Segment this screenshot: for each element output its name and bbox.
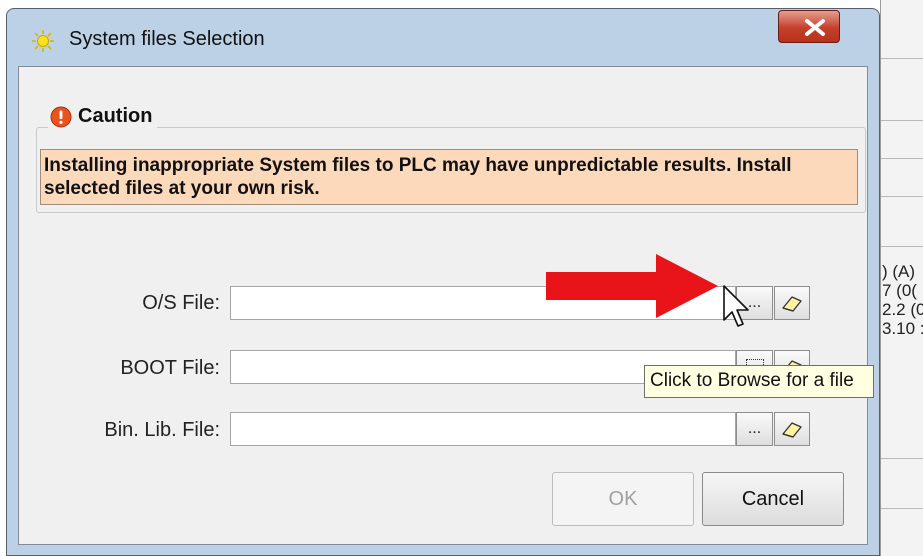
red-arrow-annotation xyxy=(546,254,718,318)
caution-header: Caution xyxy=(48,105,158,128)
close-icon xyxy=(805,19,825,36)
caution-message: Installing inappropriate System files to… xyxy=(40,149,858,205)
warning-icon xyxy=(50,106,72,127)
window-title: System files Selection xyxy=(69,28,265,50)
boot-file-label: BOOT File: xyxy=(120,357,220,379)
app-sun-icon xyxy=(32,30,54,52)
ok-button[interactable]: OK xyxy=(552,472,694,526)
mouse-cursor-icon xyxy=(723,285,749,327)
binlib-file-input[interactable] xyxy=(230,412,736,446)
os-file-clear-button[interactable] xyxy=(774,286,810,320)
eraser-icon xyxy=(782,296,802,312)
binlib-file-label: Bin. Lib. File: xyxy=(104,419,220,441)
close-button[interactable] xyxy=(778,10,840,43)
caution-title: Caution xyxy=(78,105,153,127)
cancel-button[interactable]: Cancel xyxy=(702,472,844,526)
binlib-file-browse-button[interactable]: ... xyxy=(736,412,773,446)
binlib-file-clear-button[interactable] xyxy=(774,412,810,446)
title-bar[interactable]: System files Selection xyxy=(7,9,879,67)
os-file-label: O/S File: xyxy=(142,292,220,314)
browse-tooltip: Click to Browse for a file xyxy=(644,365,874,398)
eraser-icon xyxy=(782,422,802,438)
background-app-text: ) (A) 7 (0( 2.2 (0 3.10 : xyxy=(882,262,923,338)
